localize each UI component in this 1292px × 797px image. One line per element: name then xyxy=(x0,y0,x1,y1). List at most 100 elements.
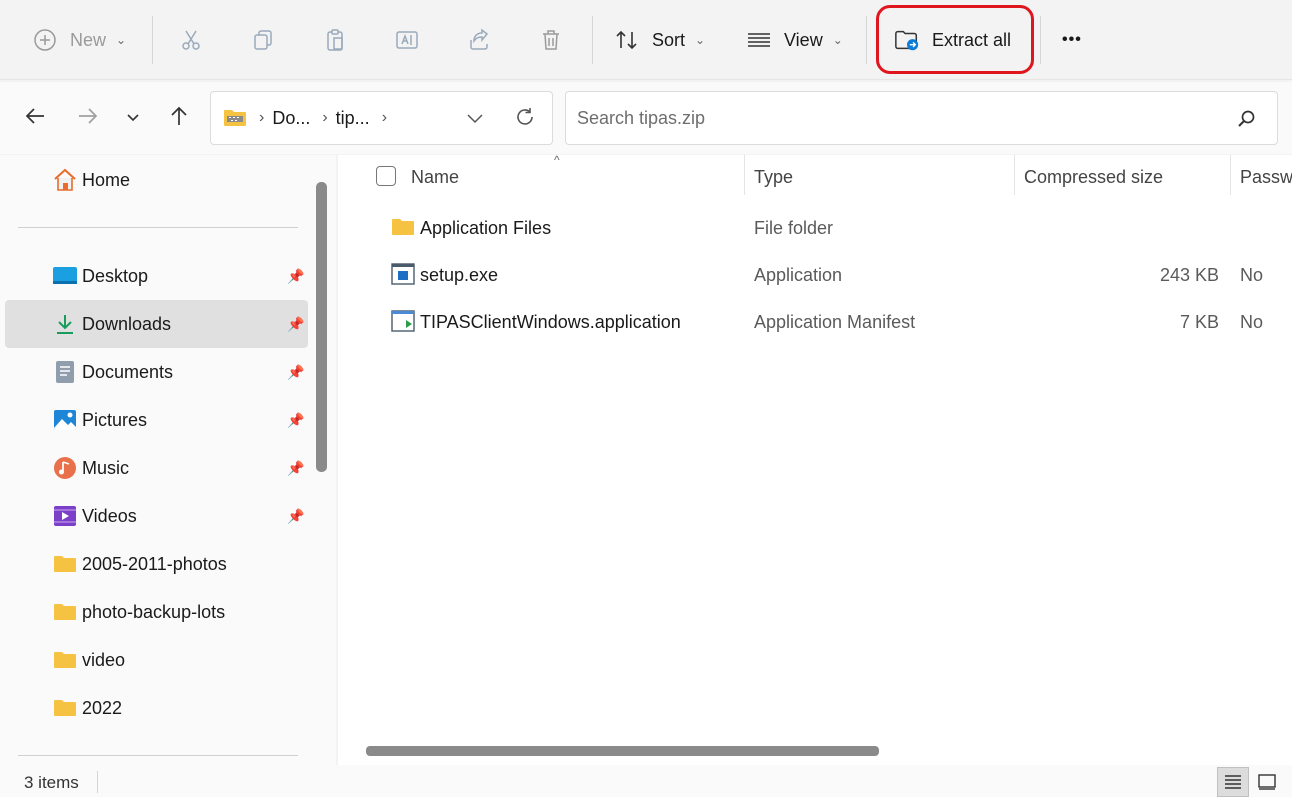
search-icon xyxy=(1237,109,1257,129)
paste-button[interactable] xyxy=(322,14,348,66)
share-button[interactable] xyxy=(466,14,492,66)
details-view-button[interactable] xyxy=(1217,767,1249,797)
sidebar-item-downloads[interactable]: Downloads 📌 xyxy=(5,300,308,348)
sidebar-scrollbar[interactable] xyxy=(316,182,327,472)
see-more-button[interactable]: ••• xyxy=(1062,14,1082,66)
column-divider[interactable] xyxy=(744,155,745,195)
scissors-icon xyxy=(178,27,204,53)
picture-icon xyxy=(52,407,78,433)
video-icon xyxy=(52,503,78,529)
sidebar-item-desktop[interactable]: Desktop 📌 xyxy=(5,252,308,300)
file-type: Application Manifest xyxy=(754,312,916,332)
column-header-name[interactable]: Name xyxy=(411,167,459,188)
file-type: File folder xyxy=(754,218,834,238)
file-size: 7 KB xyxy=(1179,312,1219,332)
column-divider[interactable] xyxy=(1230,155,1231,195)
column-header-compressed-size[interactable]: Compressed size xyxy=(1024,167,1163,188)
view-button[interactable]: View ⌄ xyxy=(746,14,843,66)
sidebar-item-folder[interactable]: video xyxy=(5,636,308,684)
table-row[interactable]: TIPASClientWindows.application Applicati… xyxy=(338,299,1292,345)
select-all-checkbox[interactable] xyxy=(376,166,396,186)
copy-button[interactable] xyxy=(250,14,276,66)
sidebar-item-documents[interactable]: Documents 📌 xyxy=(5,348,308,396)
pin-icon[interactable]: 📌 xyxy=(287,412,304,429)
manifest-icon xyxy=(390,308,416,334)
pin-icon[interactable]: 📌 xyxy=(287,508,304,525)
sidebar-item-home[interactable]: Home xyxy=(5,156,308,204)
folder-icon xyxy=(52,599,78,625)
rename-button[interactable] xyxy=(394,14,420,66)
pin-icon[interactable]: 📌 xyxy=(287,316,304,333)
toolbar-divider xyxy=(1040,16,1041,64)
sidebar-item-label: Videos xyxy=(82,505,137,526)
forward-button[interactable] xyxy=(73,104,103,134)
recent-locations-button[interactable] xyxy=(118,104,148,134)
view-lines-icon xyxy=(746,27,772,53)
toolbar-divider xyxy=(152,16,153,64)
back-button[interactable] xyxy=(20,104,50,134)
column-header-type[interactable]: Type xyxy=(754,167,793,188)
chevron-down-icon xyxy=(467,114,483,124)
sidebar-item-label: 2005-2011-photos xyxy=(82,553,227,574)
plus-circle-icon xyxy=(32,27,58,53)
up-button[interactable] xyxy=(164,104,194,134)
pin-icon[interactable]: 📌 xyxy=(287,268,304,285)
breadcrumb-downloads[interactable]: Do... xyxy=(272,108,310,129)
breadcrumb-tipas[interactable]: tip... xyxy=(336,108,370,129)
sidebar-item-label: 2022 xyxy=(82,697,123,718)
chevron-down-icon xyxy=(125,106,141,132)
breadcrumb-chevron-icon: › xyxy=(322,109,328,126)
more-dots-icon: ••• xyxy=(1062,31,1082,48)
address-history-dropdown[interactable] xyxy=(465,108,485,128)
search-input[interactable] xyxy=(577,107,1217,129)
address-bar[interactable]: › Do... › tip... › xyxy=(210,91,553,145)
table-row[interactable]: Application Files File folder xyxy=(338,205,1292,251)
cut-button[interactable] xyxy=(178,14,204,66)
view-label: View xyxy=(784,29,823,50)
sidebar-item-videos[interactable]: Videos 📌 xyxy=(5,492,308,540)
pin-icon[interactable]: 📌 xyxy=(287,364,304,381)
sidebar-item-label: Music xyxy=(82,457,130,478)
rename-icon xyxy=(394,27,420,53)
sidebar-item-label: photo-backup-lots xyxy=(82,601,226,622)
sort-arrows-icon xyxy=(614,27,640,53)
command-bar: New ⌄ Sort ⌄ View ⌄ Extract all ••• xyxy=(0,0,1292,80)
table-row[interactable]: setup.exe Application 243 KB No xyxy=(338,252,1292,298)
desktop-icon xyxy=(52,263,78,289)
sort-button[interactable]: Sort ⌄ xyxy=(614,14,705,66)
home-icon xyxy=(52,167,78,193)
arrow-left-icon xyxy=(24,105,46,133)
horizontal-scrollbar[interactable] xyxy=(366,746,879,756)
file-name: setup.exe xyxy=(420,265,499,285)
status-bar: 3 items xyxy=(0,765,1292,797)
delete-button[interactable] xyxy=(538,14,564,66)
file-name: TIPASClientWindows.application xyxy=(420,312,681,332)
navigation-pane: Home Desktop 📌 Downloads 📌 Documents 📌 P… xyxy=(0,155,336,765)
breadcrumb-chevron-icon: › xyxy=(381,109,388,126)
document-icon xyxy=(52,359,78,385)
search-box[interactable] xyxy=(565,91,1278,145)
refresh-button[interactable] xyxy=(514,106,536,128)
chevron-down-icon: ⌄ xyxy=(695,33,706,47)
sidebar-item-pictures[interactable]: Pictures 📌 xyxy=(5,396,308,444)
column-header-password[interactable]: Passwo xyxy=(1240,167,1292,188)
pin-icon[interactable]: 📌 xyxy=(287,460,304,477)
sidebar-item-folder[interactable]: photo-backup-lots xyxy=(5,588,308,636)
details-view-icon xyxy=(1225,775,1241,789)
breadcrumb-chevron-icon: › xyxy=(259,109,265,126)
item-count: 3 items xyxy=(24,773,79,792)
tiles-view-button[interactable] xyxy=(1251,767,1283,797)
sidebar-item-label: Downloads xyxy=(82,313,172,334)
download-icon xyxy=(52,311,78,337)
new-button[interactable]: New ⌄ xyxy=(32,14,126,66)
music-icon xyxy=(52,455,78,481)
sidebar-item-label: Home xyxy=(82,169,131,190)
file-password: No xyxy=(1240,312,1264,332)
status-divider xyxy=(97,771,98,793)
folder-icon xyxy=(52,647,78,673)
sidebar-item-music[interactable]: Music 📌 xyxy=(5,444,308,492)
sidebar-item-folder[interactable]: 2005-2011-photos xyxy=(5,540,308,588)
address-row: › Do... › tip... › xyxy=(0,82,1292,154)
sidebar-item-folder[interactable]: 2022 xyxy=(5,684,308,732)
column-divider[interactable] xyxy=(1014,155,1015,195)
